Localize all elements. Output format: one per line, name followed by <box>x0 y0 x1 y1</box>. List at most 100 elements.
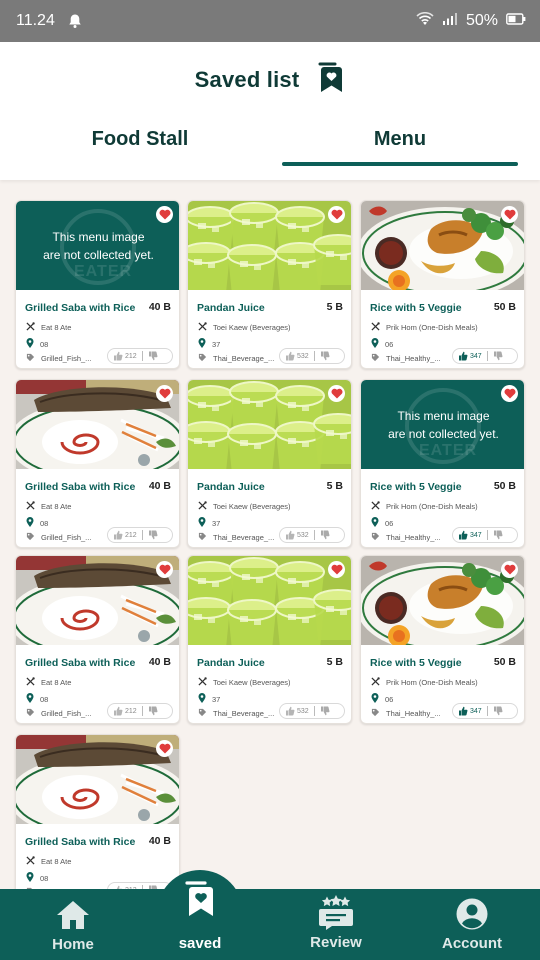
vote-divider <box>141 351 143 361</box>
menu-tags: Thai_Beverage_... <box>213 533 275 542</box>
menu-price: 40 B <box>148 835 171 847</box>
menu-card[interactable]: Grilled Saba with Rice40 BEat 8 Ate08Gri… <box>15 555 180 724</box>
placeholder-line-2: are not collected yet. <box>388 426 499 441</box>
menu-tags: Grilled_Fish_... <box>41 354 92 363</box>
menu-card[interactable]: Grilled Saba with Rice40 BEat 8 Ate08Gri… <box>15 734 180 903</box>
menu-card[interactable]: Rice with 5 Veggie 50 B Prik Hom (One-Dish… <box>360 200 525 369</box>
zone-number: 37 <box>212 339 221 349</box>
vote-control: 347 <box>452 703 518 719</box>
like-count: 212 <box>125 707 137 715</box>
bookmark-icon <box>183 879 217 924</box>
heart-icon[interactable] <box>328 206 345 223</box>
saved-bookmark-icon[interactable] <box>317 61 345 100</box>
placeholder-line-1: This menu image <box>52 229 145 244</box>
tag-icon <box>371 708 380 719</box>
menu-card[interactable]: Grilled Saba with Rice40 BEat 8 Ate08Gri… <box>15 379 180 548</box>
menu-card[interactable]: EATER This menu image are not collected ye… <box>15 200 180 369</box>
vote-divider <box>313 706 315 716</box>
thumbs-up-icon[interactable] <box>458 351 468 361</box>
wifi-icon <box>416 11 434 31</box>
heart-icon[interactable] <box>328 561 345 578</box>
thumbs-up-icon[interactable] <box>113 351 123 361</box>
thumbs-up-icon[interactable] <box>285 351 295 361</box>
stall-name: Toei Kaew (Beverages) <box>213 323 291 332</box>
nav-saved[interactable]: saved <box>145 881 255 960</box>
vote-divider <box>313 351 315 361</box>
status-time: 11.24 <box>16 12 55 29</box>
menu-tags: Grilled_Fish_... <box>41 533 92 542</box>
zone-number: 37 <box>212 518 221 528</box>
heart-icon[interactable] <box>156 385 173 402</box>
heart-icon[interactable] <box>501 385 518 402</box>
menu-price: 50 B <box>493 301 516 313</box>
menu-name: Pandan Juice <box>197 481 265 493</box>
thumbs-down-icon[interactable] <box>493 706 503 716</box>
menu-name: Grilled Saba with Rice <box>25 481 136 493</box>
menu-card[interactable]: Pandan Juice 5 B Toei Kaew (Beverages) 37 Th… <box>187 555 352 724</box>
heart-icon[interactable] <box>501 561 518 578</box>
menu-price: 50 B <box>493 656 516 668</box>
thumbs-up-icon[interactable] <box>113 706 123 716</box>
stall-name: Toei Kaew (Beverages) <box>213 502 291 511</box>
thumbs-up-icon[interactable] <box>285 706 295 716</box>
heart-icon[interactable] <box>328 385 345 402</box>
location-pin-icon <box>26 517 34 529</box>
vote-control: 347 <box>452 527 518 543</box>
zone-number: 08 <box>40 518 49 528</box>
menu-card[interactable]: Rice with 5 Veggie 50 B Prik Hom (One-Dish… <box>360 555 525 724</box>
thumbs-down-icon[interactable] <box>320 706 330 716</box>
heart-icon[interactable] <box>156 740 173 757</box>
menu-tags: Thai_Healthy_... <box>386 533 441 542</box>
utensils-icon <box>198 677 207 688</box>
battery-icon <box>506 12 526 30</box>
vote-control: 212 <box>107 527 173 543</box>
heart-icon[interactable] <box>501 206 518 223</box>
placeholder-line-2: are not collected yet. <box>43 247 154 262</box>
menu-price: 5 B <box>326 480 343 492</box>
thumbs-down-icon[interactable] <box>148 351 158 361</box>
stall-name: Eat 8 Ate <box>41 323 72 332</box>
tab-food-stall[interactable]: Food Stall <box>20 128 260 160</box>
tag-icon <box>198 353 207 364</box>
thumbs-down-icon[interactable] <box>148 706 158 716</box>
utensils-icon <box>26 677 35 688</box>
thumbs-down-icon[interactable] <box>493 351 503 361</box>
battery-percent: 50% <box>465 12 498 29</box>
placeholder-line-1: This menu image <box>397 408 490 423</box>
like-count: 347 <box>470 352 482 360</box>
zone-number: 08 <box>40 339 49 349</box>
home-icon <box>56 899 90 936</box>
thumbs-up-icon[interactable] <box>458 706 468 716</box>
thumbs-up-icon[interactable] <box>285 530 295 540</box>
menu-tags: Thai_Beverage_... <box>213 709 275 718</box>
vote-divider <box>141 706 143 716</box>
menu-card[interactable]: Pandan Juice 5 B Toei Kaew (Beverages) 37 Th… <box>187 200 352 369</box>
stall-name: Toei Kaew (Beverages) <box>213 678 291 687</box>
thumbs-down-icon[interactable] <box>320 351 330 361</box>
utensils-icon <box>26 322 35 333</box>
menu-card[interactable]: Pandan Juice 5 B Toei Kaew (Beverages) 37 Th… <box>187 379 352 548</box>
location-pin-icon <box>26 872 34 884</box>
stall-name: Prik Hom (One-Dish Meals) <box>386 323 478 332</box>
menu-tags: Thai_Beverage_... <box>213 354 275 363</box>
nav-home[interactable]: Home <box>18 889 128 960</box>
heart-icon[interactable] <box>156 206 173 223</box>
vote-divider <box>313 530 315 540</box>
menu-name: Pandan Juice <box>197 657 265 669</box>
thumbs-up-icon[interactable] <box>458 530 468 540</box>
menu-card[interactable]: EATER This menu image are not collected ye… <box>360 379 525 548</box>
nav-review[interactable]: Review <box>281 889 391 960</box>
like-count: 212 <box>125 531 137 539</box>
vote-control: 212 <box>107 703 173 719</box>
thumbs-down-icon[interactable] <box>493 530 503 540</box>
nav-account[interactable]: Account <box>417 889 527 960</box>
heart-icon[interactable] <box>156 561 173 578</box>
utensils-icon <box>371 322 380 333</box>
status-bar: 11.24 50% <box>0 0 540 42</box>
vote-control: 532 <box>279 527 345 543</box>
thumbs-up-icon[interactable] <box>113 530 123 540</box>
thumbs-down-icon[interactable] <box>148 530 158 540</box>
tab-menu[interactable]: Menu <box>282 128 518 160</box>
vote-divider <box>486 351 488 361</box>
thumbs-down-icon[interactable] <box>320 530 330 540</box>
